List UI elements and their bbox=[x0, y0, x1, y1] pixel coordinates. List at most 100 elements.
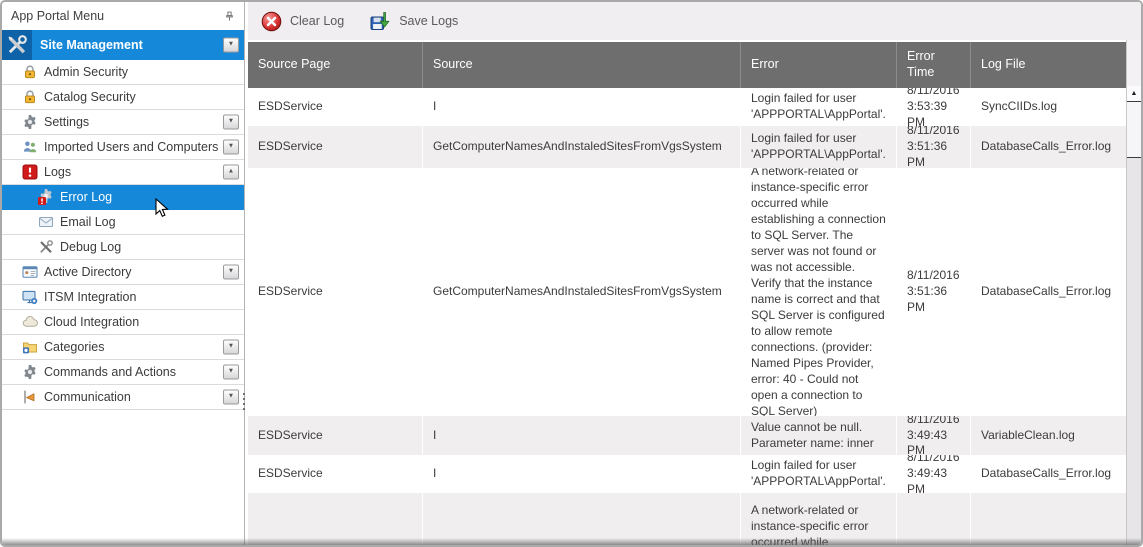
sidebar-item-label: ITSM Integration bbox=[44, 290, 136, 304]
cell-source: GetComputerNamesAndInstaledSitesFromVgsS… bbox=[423, 168, 741, 416]
column-header-log-file[interactable]: Log File bbox=[971, 42, 1126, 88]
toolbar-clear-log[interactable]: Clear Log bbox=[261, 11, 344, 32]
sidebar-item-cloud-integration[interactable]: Cloud Integration bbox=[2, 310, 244, 335]
table-header-row: Source Page Source Error Error Time Log … bbox=[248, 40, 1126, 88]
table-row[interactable]: ESDService I Login failed for user 'APPP… bbox=[248, 455, 1126, 493]
scroll-up-button[interactable]: ▲ bbox=[1127, 86, 1141, 102]
cell-error: Login failed for user 'APPPORTAL\AppPort… bbox=[741, 455, 897, 493]
sidebar-item-icon bbox=[38, 239, 54, 255]
sidebar-item-label: Site Management bbox=[40, 38, 143, 52]
cell-source-page bbox=[248, 493, 423, 545]
expander-button[interactable] bbox=[223, 265, 239, 280]
cell-log-file: DatabaseCalls_Error.log bbox=[971, 168, 1126, 416]
sidebar-item-iconbox bbox=[22, 389, 38, 405]
sidebar-item-iconbox bbox=[22, 314, 38, 330]
sidebar-item-iconbox bbox=[38, 239, 54, 255]
scrollbar-thumb[interactable] bbox=[1127, 102, 1141, 158]
sidebar-item-communication[interactable]: Communication bbox=[2, 385, 244, 410]
cell-error-time: 8/11/2016 3:49:43 PM bbox=[897, 455, 971, 493]
expander-button[interactable] bbox=[223, 38, 239, 53]
sidebar-item-label: Imported Users and Computers bbox=[44, 140, 218, 154]
table-row[interactable]: ESDService GetComputerNamesAndInstaledSi… bbox=[248, 126, 1126, 168]
sidebar-item-iconbox bbox=[22, 139, 38, 155]
toolbar-button-icon bbox=[370, 11, 391, 32]
sidebar-item-icon bbox=[38, 214, 54, 230]
cell-error-time bbox=[897, 493, 971, 545]
table-row[interactable]: ESDService GetComputerNamesAndInstaledSi… bbox=[248, 168, 1126, 416]
sidebar-item-icon bbox=[38, 189, 54, 205]
expander-button[interactable] bbox=[223, 390, 239, 405]
sidebar-item-email-log[interactable]: Email Log bbox=[2, 210, 244, 235]
sidebar-item-icon bbox=[22, 264, 38, 280]
sidebar-title: App Portal Menu bbox=[11, 9, 104, 23]
table-row[interactable]: ESDService I Value cannot be null. Param… bbox=[248, 416, 1126, 455]
toolbar-button-label: Clear Log bbox=[290, 14, 344, 28]
column-header-source-page[interactable]: Source Page bbox=[248, 42, 423, 88]
sidebar-item-icon bbox=[22, 164, 38, 180]
table-row[interactable]: ESDService I Login failed for user 'APPP… bbox=[248, 88, 1126, 126]
sidebar-item-icon bbox=[22, 289, 38, 305]
table-row[interactable]: A network-related or instance-specific e… bbox=[248, 493, 1126, 545]
sidebar-item-icon bbox=[22, 114, 38, 130]
sidebar-item-iconbox bbox=[22, 64, 38, 80]
sidebar-header: App Portal Menu bbox=[2, 2, 244, 30]
sidebar-item-debug-log[interactable]: Debug Log bbox=[2, 235, 244, 260]
sidebar-item-iconbox bbox=[22, 364, 38, 380]
vertical-scrollbar[interactable]: ▲ bbox=[1126, 40, 1141, 545]
sidebar-item-active-directory[interactable]: Active Directory bbox=[2, 260, 244, 285]
expander-button[interactable] bbox=[223, 365, 239, 380]
cell-log-file: VariableClean.log bbox=[971, 416, 1126, 455]
cell-error-time: 8/11/2016 3:49:43 PM bbox=[897, 416, 971, 455]
cell-source: I bbox=[423, 455, 741, 493]
toolbar-save-logs[interactable]: Save Logs bbox=[370, 11, 458, 32]
cell-source-page: ESDService bbox=[248, 416, 423, 455]
sidebar-item-logs[interactable]: Logs bbox=[2, 160, 244, 185]
cell-source bbox=[423, 493, 741, 545]
sidebar-item-error-log[interactable]: Error Log bbox=[2, 185, 244, 210]
sidebar-item-iconbox bbox=[38, 189, 54, 205]
pin-icon[interactable] bbox=[223, 9, 236, 24]
sidebar-item-icon bbox=[22, 64, 38, 80]
cell-error: Login failed for user 'APPPORTAL\AppPort… bbox=[741, 88, 897, 126]
sidebar-item-admin-security[interactable]: Admin Security bbox=[2, 60, 244, 85]
column-header-error[interactable]: Error bbox=[741, 42, 897, 88]
sidebar-item-site-management[interactable]: Site Management bbox=[2, 30, 244, 60]
log-table: Source Page Source Error Error Time Log … bbox=[248, 40, 1141, 545]
sidebar-item-categories[interactable]: Categories bbox=[2, 335, 244, 360]
sidebar-item-iconbox bbox=[22, 114, 38, 130]
sidebar-item-imported-users-and-computers[interactable]: Imported Users and Computers bbox=[2, 135, 244, 160]
sidebar-item-iconbox bbox=[22, 264, 38, 280]
sidebar-item-label: Logs bbox=[44, 165, 71, 179]
splitter-handle[interactable] bbox=[241, 393, 246, 410]
sidebar-item-icon bbox=[6, 34, 28, 56]
cell-source: I bbox=[423, 416, 741, 455]
column-header-source[interactable]: Source bbox=[423, 42, 741, 88]
sidebar-item-itsm-integration[interactable]: ITSM Integration bbox=[2, 285, 244, 310]
sidebar-item-iconbox bbox=[2, 30, 32, 60]
cell-error-time: 8/11/2016 3:53:39 PM bbox=[897, 88, 971, 126]
sidebar-item-label: Commands and Actions bbox=[44, 365, 176, 379]
cell-source-page: ESDService bbox=[248, 88, 423, 126]
cell-error-time: 8/11/2016 3:51:36 PM bbox=[897, 168, 971, 416]
sidebar-menu: Site Management Admin Security Catalog S… bbox=[2, 30, 244, 410]
sidebar-item-icon bbox=[22, 389, 38, 405]
sidebar-item-label: Settings bbox=[44, 115, 89, 129]
sidebar-item-commands-and-actions[interactable]: Commands and Actions bbox=[2, 360, 244, 385]
sidebar-item-icon bbox=[22, 339, 38, 355]
sidebar-item-catalog-security[interactable]: Catalog Security bbox=[2, 85, 244, 110]
sidebar-item-settings[interactable]: Settings bbox=[2, 110, 244, 135]
toolbar: Clear Log Save Logs bbox=[248, 2, 1141, 40]
expander-button[interactable] bbox=[223, 165, 239, 180]
sidebar-item-label: Communication bbox=[44, 390, 131, 404]
sidebar-item-iconbox bbox=[22, 164, 38, 180]
sidebar-item-label: Admin Security bbox=[44, 65, 128, 79]
sidebar-item-iconbox bbox=[22, 89, 38, 105]
sidebar-item-label: Debug Log bbox=[60, 240, 121, 254]
table-body: ESDService I Login failed for user 'APPP… bbox=[248, 88, 1126, 545]
column-header-error-time[interactable]: Error Time bbox=[897, 42, 971, 88]
expander-button[interactable] bbox=[223, 140, 239, 155]
expander-button[interactable] bbox=[223, 340, 239, 355]
scrollbar-spacer bbox=[1127, 40, 1141, 86]
expander-button[interactable] bbox=[223, 115, 239, 130]
cell-error: Login failed for user 'APPPORTAL\AppPort… bbox=[741, 126, 897, 168]
